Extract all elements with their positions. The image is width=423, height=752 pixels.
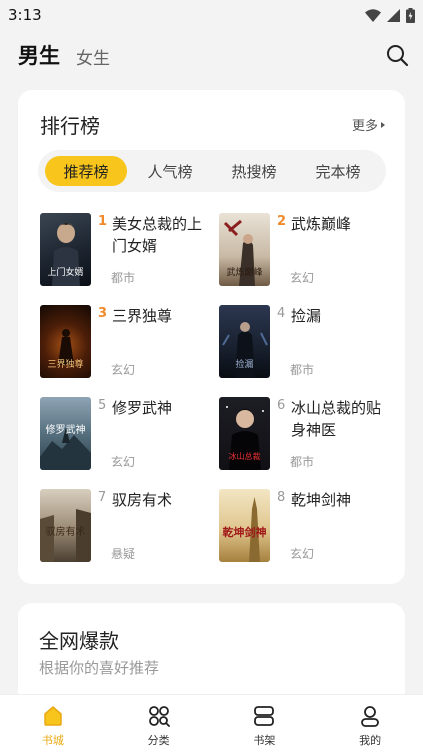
book-title[interactable]: 捡漏 [291,305,391,327]
rank-number: 8 [277,490,286,505]
tab-male[interactable]: 男生 [18,40,60,70]
book-category: 玄幻 [111,455,136,469]
tab-hot-search[interactable]: 热搜榜 [213,156,295,186]
hot-subtitle: 根据你的喜好推荐 [39,659,160,677]
book-title[interactable]: 冰山总裁的贴身神医 [291,397,391,441]
cover-title: 修罗武神 [45,425,86,436]
search-icon[interactable] [385,43,409,67]
cover-title: 上门女婿 [47,268,84,278]
ranking-card: 排行榜 更多 推荐榜 人气榜 热搜榜 完本榜 上门女婿 1 美女总裁的上门女婿 … [18,90,405,584]
nav-bookshelf[interactable]: 书架 [212,695,318,752]
rank-number: 4 [277,306,286,321]
book-item[interactable]: 冰山总裁 6 冰山总裁的贴身神医 都市 [219,397,399,477]
rank-number: 2 [277,214,287,229]
bookshelf-icon [254,706,275,726]
nav-label: 书城 [41,734,64,747]
book-title[interactable]: 美女总裁的上门女婿 [112,213,212,257]
book-item[interactable]: 驭房有术 7 驭房有术 悬疑 [40,489,220,569]
rank-number: 7 [98,490,107,505]
cover-title: 捡漏 [235,360,254,370]
book-item[interactable]: 乾坤剑神 8 乾坤剑神 玄幻 [219,489,399,569]
book-title[interactable]: 修罗武神 [112,397,212,419]
book-item[interactable]: 上门女婿 1 美女总裁的上门女婿 都市 [40,213,220,293]
book-category: 玄幻 [290,547,315,561]
bottom-nav: 书城 分类 书架 我的 [0,694,423,752]
nav-label: 分类 [147,734,170,747]
status-time: 3:13 [8,6,42,24]
book-item[interactable]: 捡漏 4 捡漏 都市 [219,305,399,385]
profile-icon [361,706,380,727]
book-cover[interactable]: 冰山总裁 [219,397,270,470]
cover-title: 武炼巅峰 [226,268,263,278]
book-title[interactable]: 三界独尊 [112,305,212,327]
book-cover[interactable]: 驭房有术 [40,489,91,562]
cover-title: 乾坤剑神 [222,526,267,539]
book-category: 都市 [290,455,315,469]
top-nav: 男生 女生 [0,30,423,80]
book-category: 悬疑 [111,547,136,561]
book-category: 都市 [111,271,136,285]
book-title[interactable]: 武炼巅峰 [291,213,391,235]
more-label: 更多 [351,119,378,134]
nav-mine[interactable]: 我的 [317,695,423,752]
cover-title: 三界独尊 [47,360,84,370]
nav-label: 我的 [359,734,382,747]
book-cover[interactable]: 三界独尊 [40,305,91,378]
status-bar: 3:13 [0,0,423,30]
ranking-title: 排行榜 [40,114,100,138]
book-cover[interactable]: 修罗武神 [40,397,91,470]
nav-label: 书架 [253,734,276,747]
book-item[interactable]: 武炼巅峰 2 武炼巅峰 玄幻 [219,213,399,293]
cover-title: 冰山总裁 [228,452,261,461]
battery-icon [406,7,415,23]
book-cover[interactable]: 武炼巅峰 [219,213,270,286]
wifi-icon [365,8,381,22]
rank-number: 3 [98,306,108,321]
book-category: 玄幻 [290,271,315,285]
book-cover[interactable]: 上门女婿 [40,213,91,286]
nav-bookstore[interactable]: 书城 [0,695,106,752]
home-icon [44,706,62,726]
signal-icon [387,8,400,22]
book-title[interactable]: 驭房有术 [112,489,212,511]
tab-completed[interactable]: 完本榜 [297,156,379,186]
tab-female[interactable]: 女生 [76,44,110,69]
tab-popular[interactable]: 人气榜 [129,156,211,186]
book-category: 都市 [290,363,315,377]
book-title[interactable]: 乾坤剑神 [291,489,391,511]
book-cover[interactable]: 乾坤剑神 [219,489,270,562]
hot-title: 全网爆款 [39,629,119,653]
book-category: 玄幻 [111,363,136,377]
tab-recommend[interactable]: 推荐榜 [45,156,127,186]
book-cover[interactable]: 捡漏 [219,305,270,378]
rank-number: 1 [98,214,108,229]
book-item[interactable]: 修罗武神 5 修罗武神 玄幻 [40,397,220,477]
nav-category[interactable]: 分类 [106,695,212,752]
cover-title: 驭房有术 [45,527,86,538]
ranking-tabs: 推荐榜 人气榜 热搜榜 完本榜 [38,150,386,192]
more-button[interactable]: 更多 [352,115,385,134]
rank-number: 6 [277,398,286,413]
arrow-right-icon [381,121,385,128]
category-icon [148,706,170,727]
status-icons [365,7,415,23]
rank-number: 5 [98,398,107,413]
book-item[interactable]: 三界独尊 3 三界独尊 玄幻 [40,305,220,385]
